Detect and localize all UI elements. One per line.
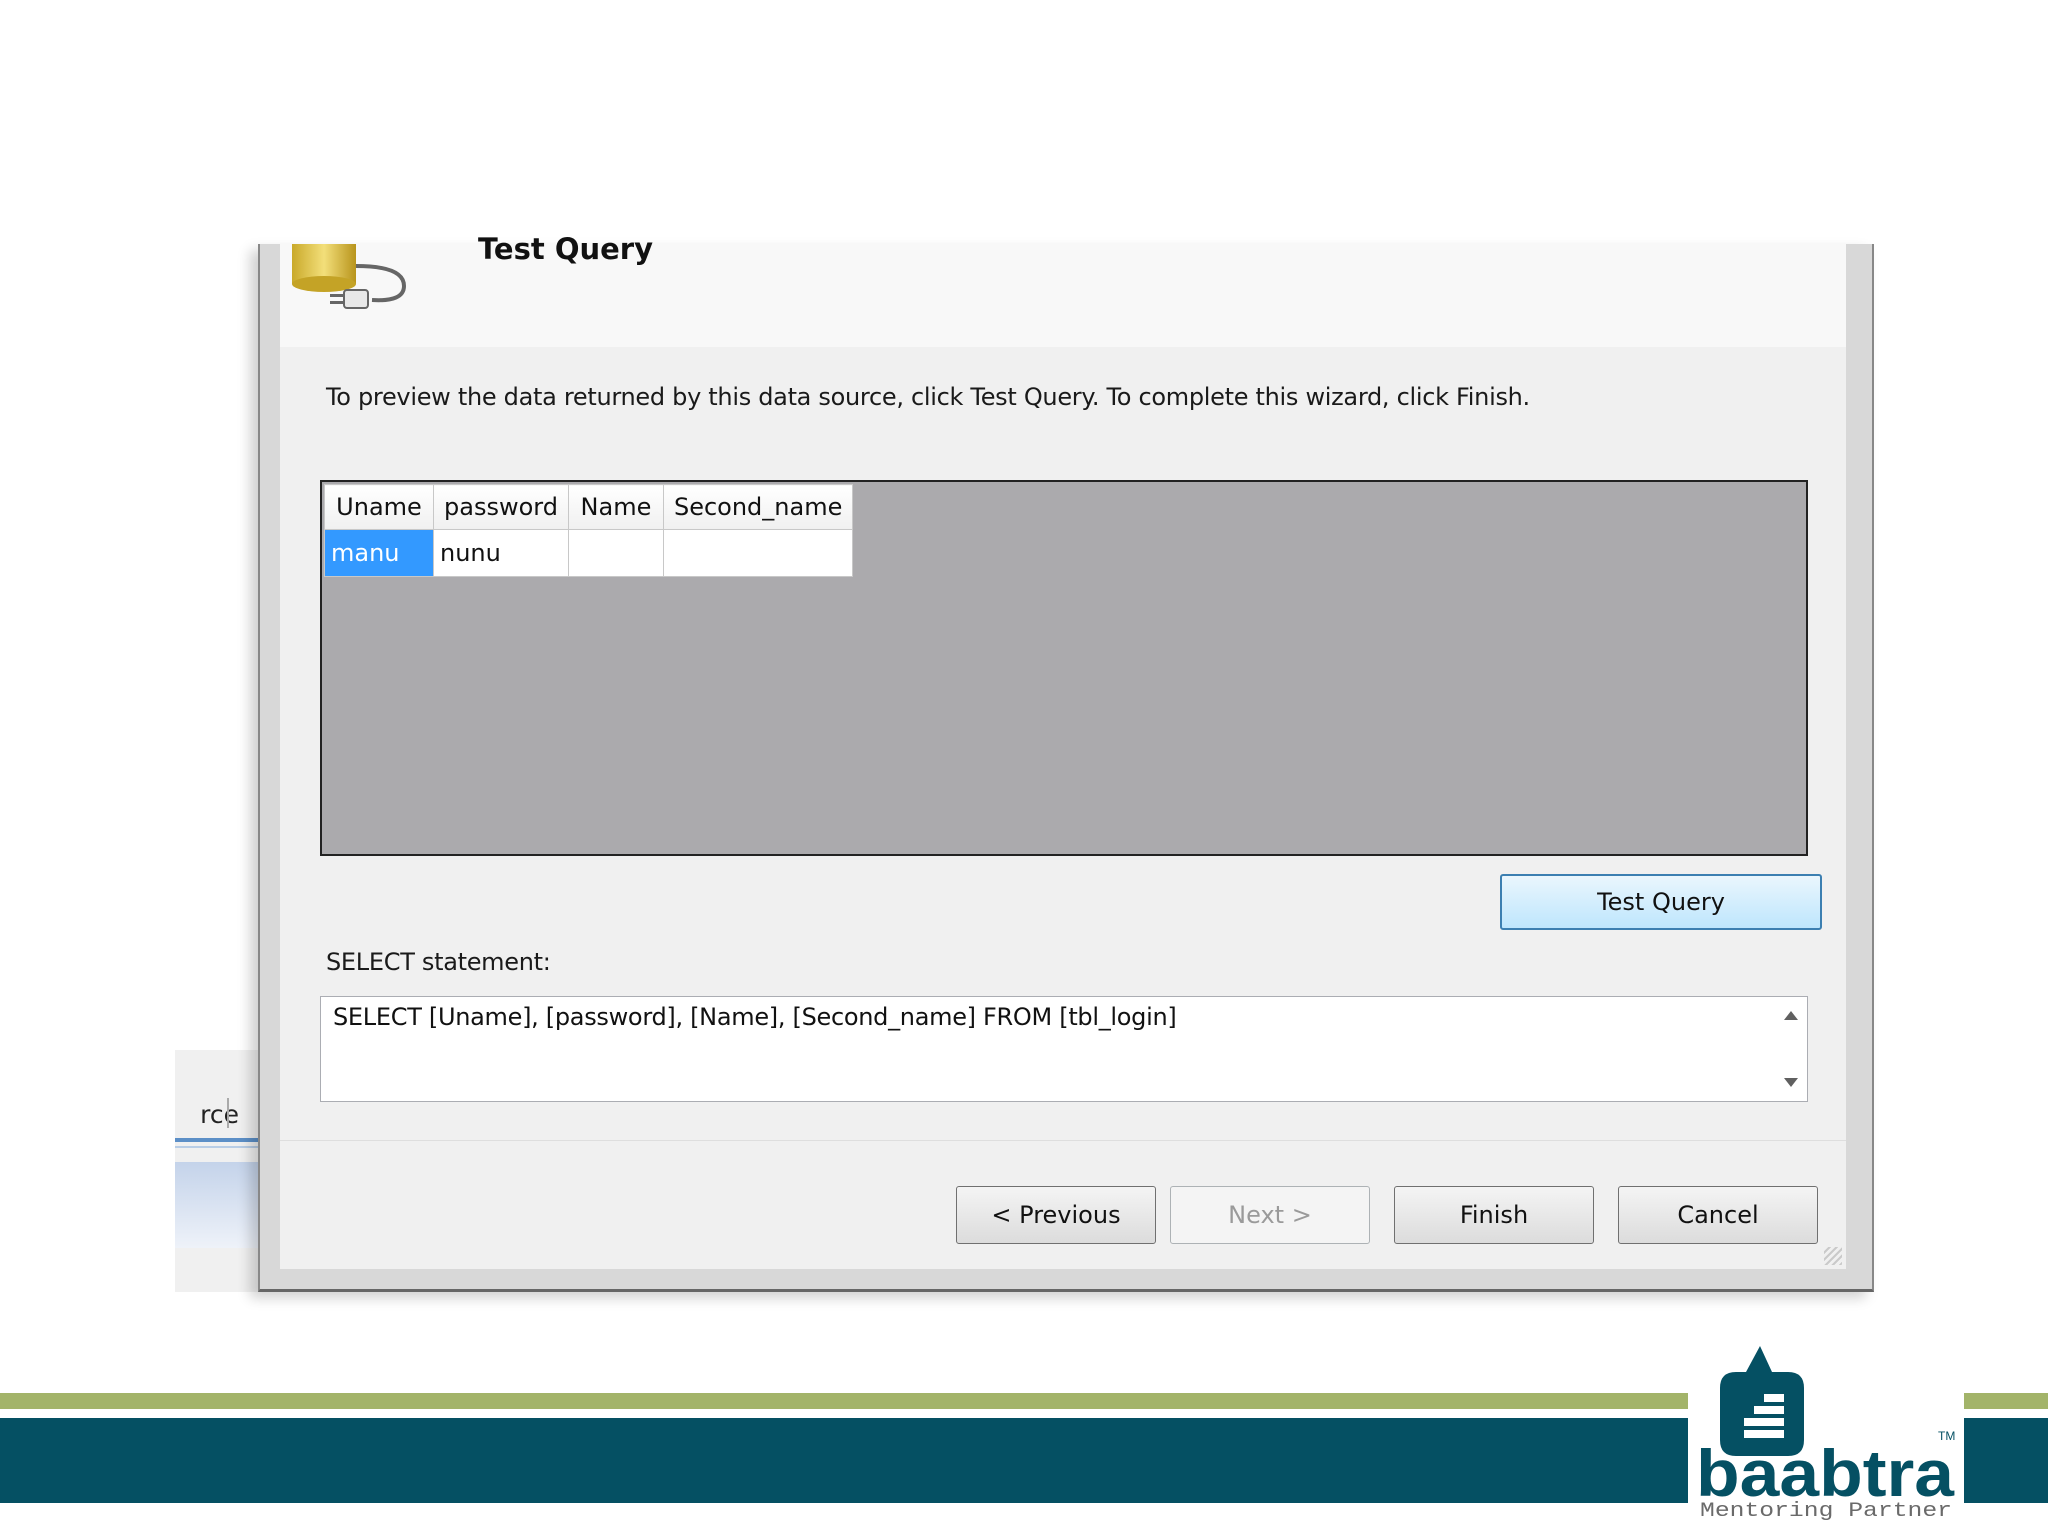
- wizard-step-title: Test Query: [478, 232, 653, 266]
- select-statement-textbox[interactable]: SELECT [Uname], [password], [Name], [Sec…: [320, 996, 1808, 1102]
- column-header-uname[interactable]: Uname: [324, 484, 434, 530]
- finish-button[interactable]: Finish: [1394, 1186, 1594, 1244]
- wizard-header: Test Query: [280, 232, 1846, 347]
- grid-header-row: Uname password Name Second_name: [324, 484, 854, 530]
- scroll-up-arrow-icon[interactable]: [1784, 1011, 1798, 1020]
- background-tab-label[interactable]: rce: [175, 1100, 239, 1129]
- svg-text:baabtra: baabtra: [1696, 1436, 1955, 1510]
- column-header-name[interactable]: Name: [567, 484, 664, 530]
- grid-cell-password[interactable]: nunu: [433, 529, 569, 577]
- scroll-down-arrow-icon[interactable]: [1784, 1078, 1798, 1087]
- instruction-text: To preview the data returned by this dat…: [326, 383, 1530, 411]
- previous-button[interactable]: < Previous: [956, 1186, 1156, 1244]
- baabtra-logo-mark: baabtra TM Mentoring Partner: [1696, 1346, 1955, 1520]
- results-table: Uname password Name Second_name manu nun…: [324, 484, 854, 577]
- baabtra-logo: baabtra TM Mentoring Partner: [1688, 1344, 1964, 1520]
- svg-text:TM: TM: [1938, 1429, 1955, 1443]
- tab-separator: [227, 1098, 229, 1128]
- configure-data-source-dialog: Test Query To preview the data returned …: [258, 232, 1874, 1292]
- table-row[interactable]: manu nunu: [324, 529, 854, 577]
- query-results-grid[interactable]: Uname password Name Second_name manu nun…: [320, 480, 1808, 856]
- test-query-button[interactable]: Test Query: [1500, 874, 1822, 930]
- cancel-button[interactable]: Cancel: [1618, 1186, 1818, 1244]
- next-button[interactable]: Next >: [1170, 1186, 1370, 1244]
- dialog-client-area: Test Query To preview the data returned …: [280, 232, 1846, 1269]
- grid-cell-uname[interactable]: manu: [324, 529, 434, 577]
- svg-text:Mentoring Partner: Mentoring Partner: [1700, 1500, 1952, 1520]
- column-header-second-name[interactable]: Second_name: [662, 484, 854, 530]
- resize-grip-icon[interactable]: [1824, 1247, 1842, 1265]
- vertical-scrollbar[interactable]: [1775, 997, 1807, 1101]
- footer-separator: [280, 1140, 1846, 1141]
- column-header-password[interactable]: password: [433, 484, 569, 530]
- grid-cell-second-name[interactable]: [662, 529, 854, 577]
- grid-cell-name[interactable]: [567, 529, 664, 577]
- select-statement-label: SELECT statement:: [326, 948, 551, 976]
- select-statement-text: SELECT [Uname], [password], [Name], [Sec…: [333, 1003, 1177, 1031]
- database-connection-icon: [292, 244, 407, 309]
